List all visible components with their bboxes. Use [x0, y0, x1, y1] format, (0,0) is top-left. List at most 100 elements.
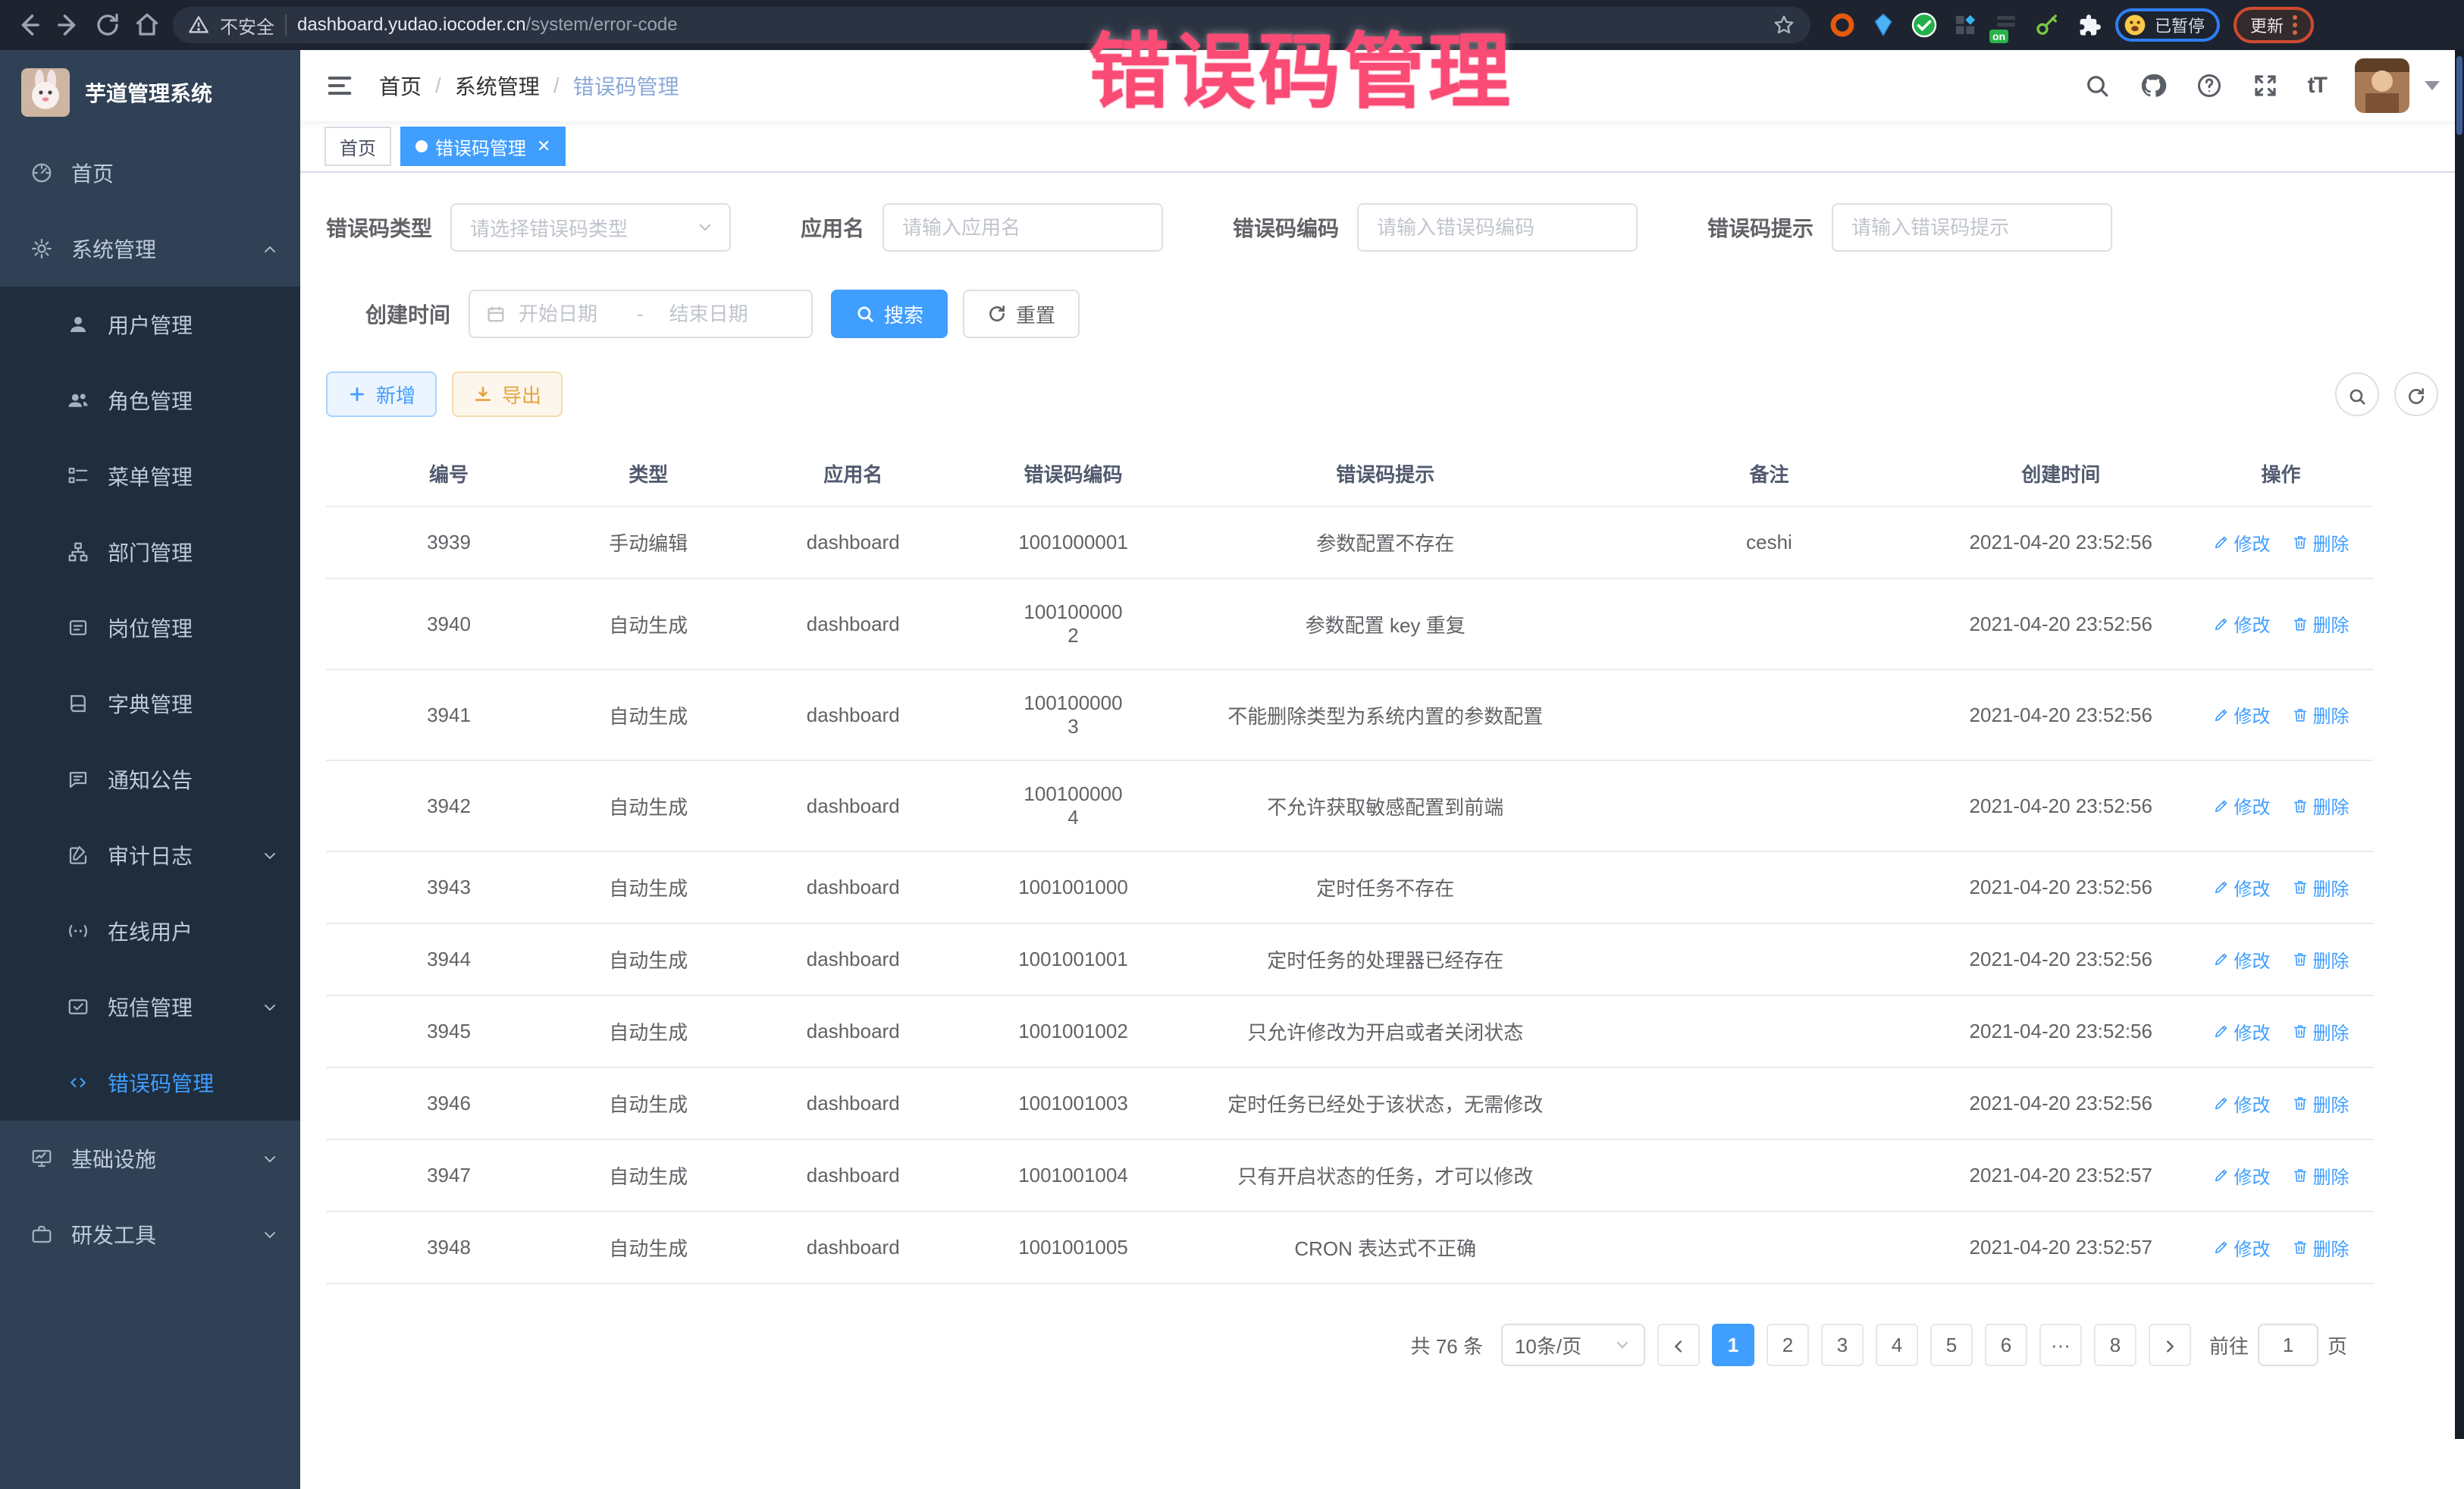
more-pages-button[interactable]: ··· — [2039, 1324, 2082, 1366]
sidebar-item-0[interactable]: 首页 — [0, 135, 300, 211]
next-page-button[interactable] — [2149, 1324, 2191, 1366]
help-icon[interactable] — [2196, 72, 2223, 99]
search-button[interactable]: 搜索 — [831, 290, 948, 338]
sidebar-item-4[interactable]: 菜单管理 — [0, 438, 300, 514]
browser-chrome: 不安全 dashboard.yudao.iocoder.cn/system/er… — [0, 0, 2464, 50]
error-type-select[interactable]: 请选择错误码类型 — [450, 203, 731, 252]
refresh-table-button[interactable] — [2394, 372, 2438, 416]
extension-key-icon[interactable] — [2033, 11, 2061, 39]
sidebar-item-7[interactable]: 字典管理 — [0, 666, 300, 741]
browser-menu-kebab-icon[interactable] — [2293, 15, 2297, 35]
tab-0[interactable]: 首页 — [324, 127, 391, 166]
profile-paused-pill[interactable]: 已暂停 — [2115, 8, 2220, 42]
sidebar-item-5[interactable]: 部门管理 — [0, 514, 300, 590]
cell-id: 3943 — [326, 851, 572, 923]
sidebar-item-13[interactable]: 基础设施 — [0, 1121, 300, 1196]
extension-grid-icon[interactable] — [1951, 11, 1979, 39]
user-avatar[interactable] — [2355, 58, 2440, 113]
page-button-3[interactable]: 3 — [1821, 1324, 1864, 1366]
scrollbar-thumb[interactable] — [2456, 56, 2462, 135]
breadcrumb-item-0[interactable]: 首页 — [379, 71, 422, 101]
tab-1[interactable]: 错误码管理✕ — [400, 127, 566, 166]
hide-search-button[interactable] — [2335, 372, 2379, 416]
app-logo[interactable]: 芋道管理系统 — [0, 50, 300, 135]
sidebar-item-3[interactable]: 角色管理 — [0, 362, 300, 438]
edit-link[interactable]: 修改 — [2213, 529, 2271, 556]
sidebar-item-1[interactable]: 系统管理 — [0, 211, 300, 287]
edit-link[interactable]: 修改 — [2213, 1234, 2271, 1261]
sidebar-item-11[interactable]: 短信管理 — [0, 969, 300, 1045]
page-button-8[interactable]: 8 — [2094, 1324, 2136, 1366]
address-bar[interactable]: 不安全 dashboard.yudao.iocoder.cn/system/er… — [173, 7, 1810, 43]
page-size-select[interactable]: 10条/页 — [1501, 1324, 1645, 1366]
page-button-6[interactable]: 6 — [1985, 1324, 2027, 1366]
table-row: 3941自动生成dashboard100100000 3不能删除类型为系统内置的… — [326, 669, 2373, 760]
github-icon[interactable] — [2140, 72, 2167, 99]
error-hint-input[interactable] — [1833, 205, 2111, 250]
jumper-input[interactable] — [2258, 1324, 2318, 1366]
edit-link[interactable]: 修改 — [2213, 1090, 2271, 1117]
extension-green-check-icon[interactable] — [1911, 11, 1938, 39]
table-row: 3948自动生成dashboard1001001005CRON 表达式不正确20… — [326, 1212, 2373, 1284]
end-date-input[interactable] — [656, 291, 762, 337]
edit-link[interactable]: 修改 — [2213, 946, 2271, 973]
breadcrumb-item-1[interactable]: 系统管理 — [455, 71, 540, 101]
delete-link[interactable]: 删除 — [2292, 1018, 2350, 1045]
delete-link[interactable]: 删除 — [2292, 874, 2350, 901]
sidebar-item-10[interactable]: 在线用户 — [0, 893, 300, 969]
delete-link[interactable]: 删除 — [2292, 946, 2350, 973]
extension-blue-gem-icon[interactable] — [1870, 11, 1897, 39]
edit-link[interactable]: 修改 — [2213, 874, 2271, 901]
delete-link[interactable]: 删除 — [2292, 701, 2350, 728]
add-button[interactable]: 新增 — [326, 371, 437, 417]
sidebar-item-14[interactable]: 研发工具 — [0, 1196, 300, 1272]
delete-link[interactable]: 删除 — [2292, 1162, 2350, 1189]
delete-link[interactable]: 删除 — [2292, 610, 2350, 637]
date-range-picker[interactable]: - — [469, 290, 813, 338]
edit-link[interactable]: 修改 — [2213, 1162, 2271, 1189]
error-code-input[interactable] — [1359, 205, 1636, 250]
extension-orange-ring-icon[interactable] — [1829, 11, 1856, 39]
page-button-1[interactable]: 1 — [1712, 1324, 1754, 1366]
breadcrumb-separator: / — [435, 74, 441, 98]
browser-forward-icon[interactable] — [55, 11, 82, 39]
export-button[interactable]: 导出 — [452, 371, 563, 417]
page-button-2[interactable]: 2 — [1766, 1324, 1809, 1366]
browser-back-icon[interactable] — [15, 11, 42, 39]
page-button-4[interactable]: 4 — [1876, 1324, 1918, 1366]
header-search-icon[interactable] — [2083, 72, 2111, 99]
edit-link[interactable]: 修改 — [2213, 701, 2271, 728]
app-name-input[interactable] — [884, 205, 1161, 250]
page-button-5[interactable]: 5 — [1930, 1324, 1973, 1366]
sidebar-item-6[interactable]: 岗位管理 — [0, 590, 300, 666]
delete-link[interactable]: 删除 — [2292, 792, 2350, 819]
delete-link[interactable]: 删除 — [2292, 529, 2350, 556]
extensions-puzzle-icon[interactable] — [2074, 11, 2102, 39]
cell-actions: 修改删除 — [2189, 1139, 2373, 1212]
edit-link[interactable]: 修改 — [2213, 792, 2271, 819]
sidebar-item-9[interactable]: 审计日志 — [0, 817, 300, 893]
prev-page-button[interactable] — [1657, 1324, 1700, 1366]
reset-button[interactable]: 重置 — [963, 290, 1080, 338]
edit-link[interactable]: 修改 — [2213, 610, 2271, 637]
font-size-icon[interactable]: tT — [2308, 73, 2326, 99]
browser-refresh-icon[interactable] — [94, 11, 121, 39]
tab-close-icon[interactable]: ✕ — [537, 136, 550, 156]
browser-update-button[interactable]: 更新 — [2234, 7, 2314, 43]
bookmark-star-icon[interactable] — [1773, 14, 1795, 36]
hamburger-icon[interactable] — [324, 71, 355, 101]
fullscreen-icon[interactable] — [2252, 72, 2279, 99]
sidebar-item-2[interactable]: 用户管理 — [0, 287, 300, 362]
security-warning-icon[interactable] — [188, 14, 209, 36]
browser-home-icon[interactable] — [133, 11, 161, 39]
edit-link[interactable]: 修改 — [2213, 1018, 2271, 1045]
browser-scrollbar[interactable] — [2455, 50, 2464, 1439]
delete-link[interactable]: 删除 — [2292, 1234, 2350, 1261]
start-date-input[interactable] — [519, 291, 625, 337]
delete-link[interactable]: 删除 — [2292, 1090, 2350, 1117]
cell-code: 1001001000 — [981, 851, 1165, 923]
cell-message: 定时任务的处理器已经存在 — [1165, 923, 1606, 995]
sidebar-item-8[interactable]: 通知公告 — [0, 741, 300, 817]
extension-tag-manager-icon[interactable]: on — [1992, 11, 2020, 39]
sidebar-item-12[interactable]: 错误码管理 — [0, 1045, 300, 1121]
